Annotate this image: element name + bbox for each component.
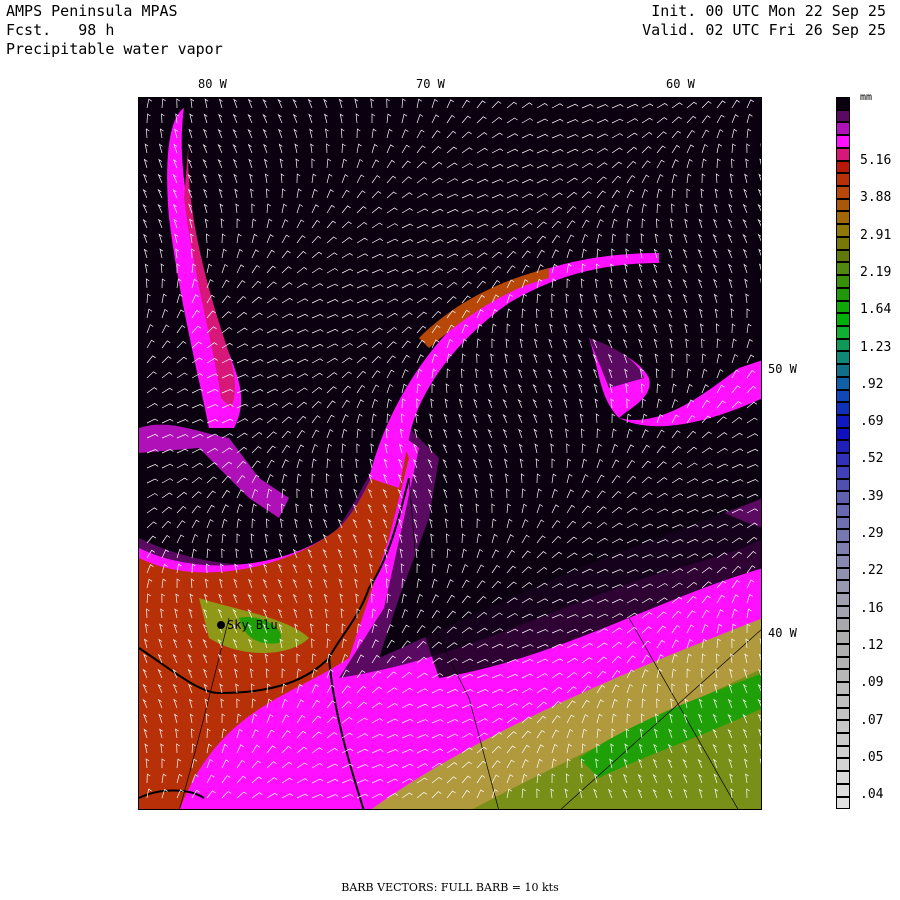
- colorbar-swatch: [836, 516, 850, 530]
- colorbar-label: 5.16: [860, 153, 892, 168]
- forecast-hour: Fcst. 98 h: [6, 21, 115, 39]
- colorbar-swatch: [836, 669, 850, 683]
- colorbar-swatch: [836, 554, 850, 568]
- station-label: Sky Blu: [227, 618, 278, 632]
- colorbar-swatch: [836, 427, 850, 441]
- colorbar-swatch: [836, 262, 850, 276]
- colorbar-label: .05: [860, 749, 884, 765]
- wind-barb: [761, 774, 762, 783]
- barb-legend: BARB VECTORS: FULL BARB = 10 kts: [341, 881, 559, 894]
- colorbar-label: .04: [860, 787, 884, 803]
- init-time: Init. 00 UTC Mon 22 Sep 25: [651, 2, 886, 20]
- colorbar-swatch: [836, 771, 850, 784]
- colorbar-swatch: [836, 643, 850, 657]
- colorbar-swatch: [836, 465, 850, 479]
- colorbar-swatch: [836, 542, 850, 555]
- colorbar-swatch: [836, 720, 850, 733]
- colorbar-swatch: [836, 682, 850, 695]
- colorbar-label: .09: [860, 675, 884, 691]
- colorbar-swatch: [836, 656, 850, 670]
- lat-label: 50 W: [768, 362, 797, 376]
- colorbar-swatch: [836, 504, 850, 517]
- colorbar-swatch: [836, 122, 850, 136]
- colorbar-label: .07: [860, 712, 884, 728]
- colorbar-label: 1.64: [860, 302, 892, 318]
- lon-label: 70 W: [416, 77, 445, 91]
- colorbar-swatch: [836, 313, 850, 326]
- colorbar-label: 2.19: [860, 264, 892, 280]
- colorbar-swatch: [836, 567, 850, 581]
- colorbar-swatch: [836, 796, 850, 810]
- colorbar-swatch: [836, 211, 850, 225]
- colorbar-swatch: [836, 694, 850, 708]
- colorbar-swatch: [836, 402, 850, 415]
- colorbar-swatch: [836, 758, 850, 772]
- lon-label: 60 W: [666, 77, 695, 91]
- colorbar-label: .16: [860, 600, 884, 616]
- colorbar-swatch: [836, 97, 850, 110]
- colorbar-swatch: [836, 249, 850, 263]
- colorbar-swatch: [836, 135, 850, 148]
- wind-barb: [760, 143, 761, 148]
- colorbar-unit: mm: [860, 92, 873, 103]
- colorbar-swatch: [836, 236, 850, 250]
- lon-label: 80 W: [198, 77, 227, 91]
- colorbar-swatch: [836, 529, 850, 543]
- colorbar-swatch: [836, 364, 850, 377]
- colorbar-label: .22: [860, 563, 884, 579]
- colorbar-label: .92: [860, 376, 884, 392]
- colorbar-swatch: [836, 300, 850, 314]
- colorbar-swatch: [836, 478, 850, 492]
- colorbar-swatch: [836, 160, 850, 174]
- colorbar-label: 1.23: [860, 339, 892, 355]
- colorbar-swatch: [836, 453, 850, 466]
- colorbar-swatch: [836, 109, 850, 123]
- colorbar-swatch: [836, 338, 850, 352]
- colorbar-swatch: [836, 593, 850, 606]
- colorbar-swatch: [836, 325, 850, 339]
- header-right: Init. 00 UTC Mon 22 Sep 25 Valid. 02 UTC …: [642, 2, 886, 40]
- wind-barb: [760, 623, 761, 626]
- colorbar-swatch: [836, 275, 850, 288]
- station-marker: [217, 621, 225, 629]
- colorbar-label: .39: [860, 488, 884, 504]
- colorbar-swatch: [836, 224, 850, 237]
- colorbar-swatch: [836, 732, 850, 746]
- colorbar-swatch: [836, 580, 850, 594]
- colorbar-swatch: [836, 605, 850, 619]
- model-title: AMPS Peninsula MPAS: [6, 2, 178, 20]
- colorbar-swatch: [836, 491, 850, 504]
- colorbar-swatch: [836, 186, 850, 199]
- colorbar-swatch: [836, 707, 850, 721]
- colorbar-swatch: [836, 745, 850, 759]
- colorbar-swatch: [836, 287, 850, 301]
- field-name: Precipitable water vapor: [6, 40, 223, 58]
- pwv-field: Sky Blu: [139, 98, 762, 809]
- colorbar-label: .52: [860, 451, 884, 467]
- colorbar-swatch: [836, 618, 850, 632]
- colorbar-label: .12: [860, 637, 884, 653]
- colorbar-swatch: [836, 198, 850, 212]
- colorbar-swatch: [836, 173, 850, 187]
- colorbar-label: .69: [860, 414, 884, 430]
- colorbar-swatch: [836, 389, 850, 403]
- header-left: AMPS Peninsula MPAS Fcst. 98 h Precipitabl…: [6, 2, 223, 59]
- colorbar-label: 3.88: [860, 190, 892, 206]
- colorbar-label: 2.91: [860, 227, 892, 243]
- colorbar-swatch: [836, 376, 850, 390]
- valid-time: Valid. 02 UTC Fri 26 Sep 25: [642, 21, 886, 39]
- colorbar-label: .29: [860, 526, 884, 541]
- colorbar-swatch: [836, 351, 850, 365]
- colorbar-swatch: [836, 440, 850, 454]
- colorbar-swatch: [836, 783, 850, 797]
- lat-label: 40 W: [768, 626, 797, 640]
- colorbar-swatch: [836, 414, 850, 428]
- map-plot: Sky Blu: [138, 97, 762, 810]
- colorbar-swatch: [836, 631, 850, 644]
- colorbar: [836, 97, 850, 810]
- colorbar-swatch: [836, 147, 850, 161]
